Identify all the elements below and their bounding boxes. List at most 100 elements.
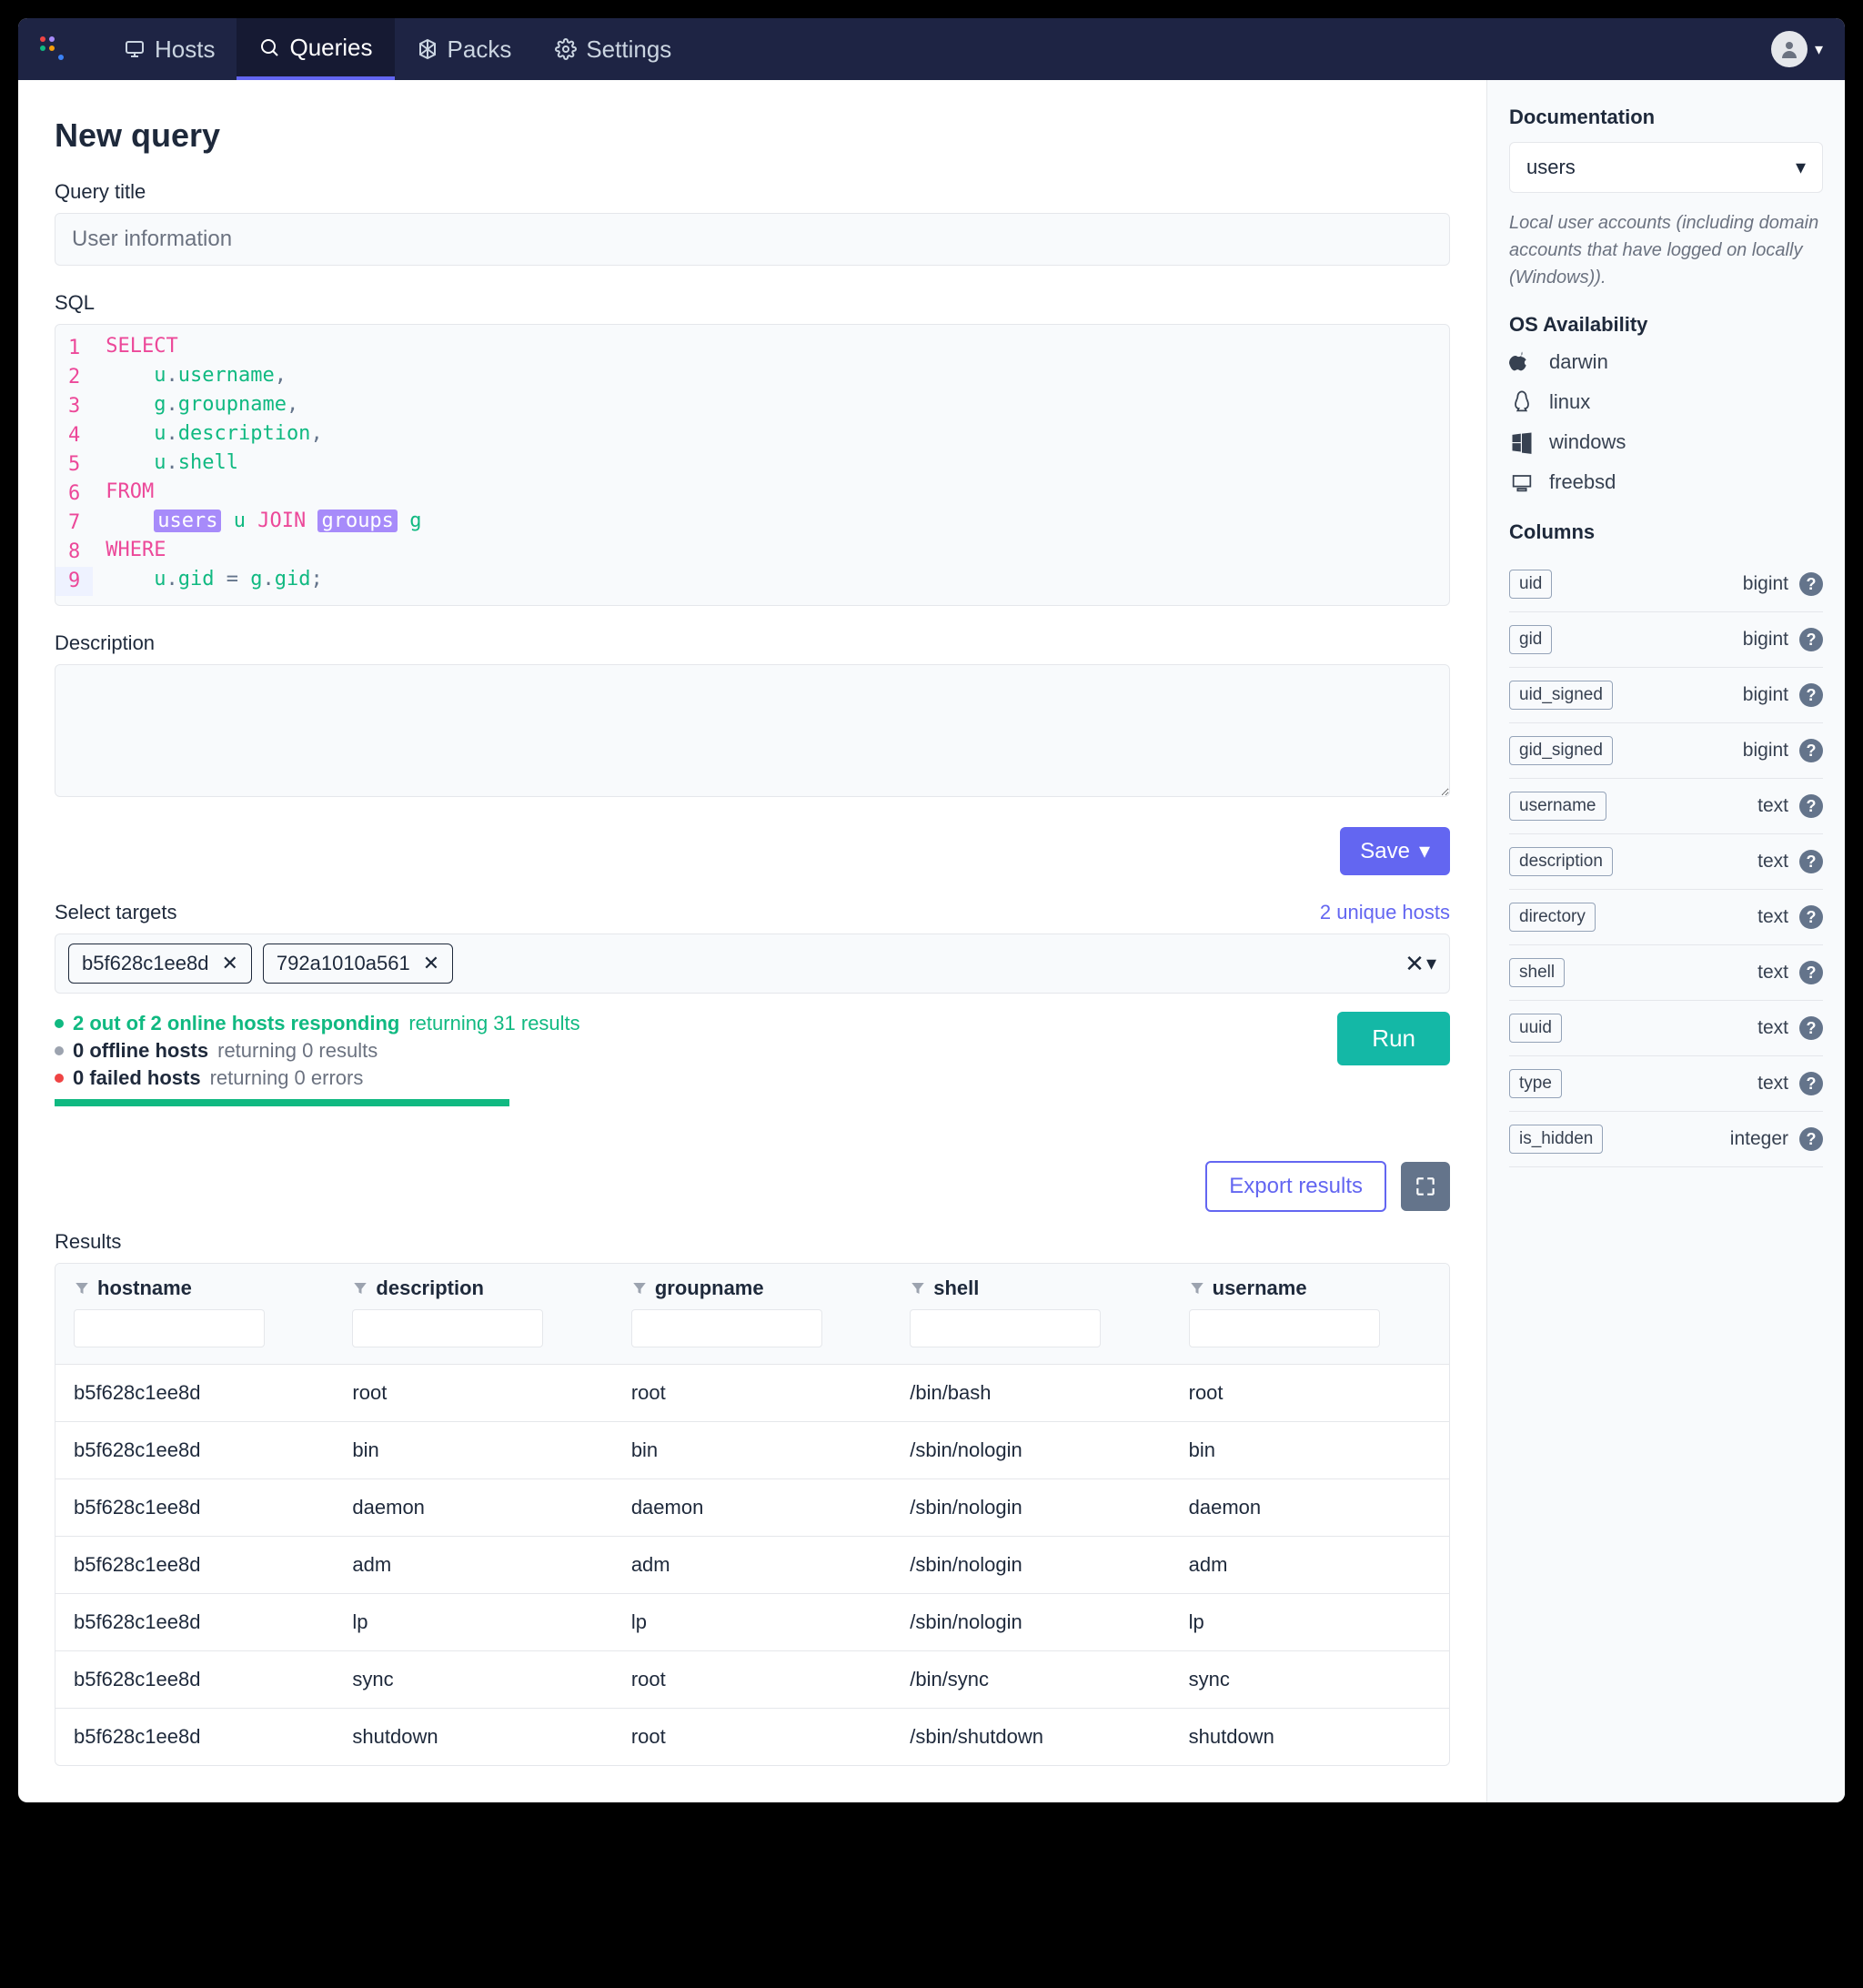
sql-label: SQL: [55, 291, 1450, 315]
nav-hosts[interactable]: Hosts: [102, 18, 237, 80]
column-header-username[interactable]: username: [1189, 1277, 1431, 1300]
schema-column-type: type text ?: [1509, 1056, 1823, 1112]
schema-column-uid_signed: uid_signed bigint ?: [1509, 668, 1823, 723]
filter-icon: [910, 1280, 926, 1297]
topbar: Hosts Queries Packs Settings ▾: [18, 18, 1845, 80]
schema-column-description: description text ?: [1509, 834, 1823, 890]
column-header-groupname[interactable]: groupname: [631, 1277, 873, 1300]
freebsd-icon: [1509, 469, 1535, 495]
help-icon[interactable]: ?: [1799, 1127, 1823, 1151]
query-title-label: Query title: [55, 180, 1450, 204]
schema-column-username: username text ?: [1509, 779, 1823, 834]
chevron-down-icon: ▾: [1419, 838, 1430, 864]
filter-icon: [1189, 1280, 1205, 1297]
results-label: Results: [55, 1230, 1450, 1254]
sql-editor[interactable]: 123456789 SELECT u.username, g.groupname…: [55, 324, 1450, 606]
help-icon[interactable]: ?: [1799, 683, 1823, 707]
schema-column-uuid: uuid text ?: [1509, 1001, 1823, 1056]
nav-queries-label: Queries: [289, 34, 372, 62]
help-icon[interactable]: ?: [1799, 905, 1823, 929]
documentation-sidebar: Documentation users ▾ Local user account…: [1486, 80, 1845, 1802]
filter-icon: [631, 1280, 648, 1297]
os-linux: linux: [1509, 389, 1823, 415]
clear-targets-icon[interactable]: ✕: [1405, 950, 1425, 978]
user-menu[interactable]: ▾: [1771, 31, 1823, 67]
windows-icon: [1509, 429, 1535, 455]
table-row[interactable]: b5f628c1ee8dlplp/sbin/nologinlp: [55, 1594, 1449, 1651]
fullscreen-icon: [1414, 1175, 1437, 1198]
save-button-label: Save: [1360, 839, 1410, 864]
help-icon[interactable]: ?: [1799, 739, 1823, 762]
help-icon[interactable]: ?: [1799, 1016, 1823, 1040]
targets-label: Select targets: [55, 901, 177, 924]
table-row[interactable]: b5f628c1ee8ddaemondaemon/sbin/nologindae…: [55, 1479, 1449, 1537]
os-availability-title: OS Availability: [1509, 313, 1823, 337]
column-filter-hostname[interactable]: [74, 1309, 265, 1347]
schema-column-gid: gid bigint ?: [1509, 612, 1823, 668]
columns-title: Columns: [1509, 520, 1823, 544]
help-icon[interactable]: ?: [1799, 1072, 1823, 1095]
os-darwin: darwin: [1509, 349, 1823, 375]
schema-column-directory: directory text ?: [1509, 890, 1823, 945]
run-button[interactable]: Run: [1337, 1012, 1450, 1065]
filter-icon: [352, 1280, 368, 1297]
export-results-button[interactable]: Export results: [1205, 1161, 1386, 1212]
page-title: New query: [55, 116, 1450, 155]
table-row[interactable]: b5f628c1ee8dbinbin/sbin/nologinbin: [55, 1422, 1449, 1479]
schema-column-shell: shell text ?: [1509, 945, 1823, 1001]
table-row[interactable]: b5f628c1ee8dadmadm/sbin/nologinadm: [55, 1537, 1449, 1594]
nav-packs[interactable]: Packs: [395, 18, 534, 80]
nav-settings[interactable]: Settings: [533, 18, 693, 80]
dropdown-value: users: [1526, 156, 1576, 179]
schema-column-is_hidden: is_hidden integer ?: [1509, 1112, 1823, 1167]
query-title-input[interactable]: [55, 213, 1450, 266]
description-input[interactable]: [55, 664, 1450, 797]
table-row[interactable]: b5f628c1ee8dshutdownroot/sbin/shutdownsh…: [55, 1709, 1449, 1765]
host-icon: [124, 38, 146, 60]
description-label: Description: [55, 631, 1450, 655]
column-filter-shell[interactable]: [910, 1309, 1101, 1347]
fullscreen-button[interactable]: [1401, 1162, 1450, 1211]
darwin-icon: [1509, 349, 1535, 375]
targets-count: 2 unique hosts: [1320, 901, 1450, 924]
remove-chip-icon[interactable]: ✕: [423, 952, 439, 975]
nav-packs-label: Packs: [448, 35, 512, 64]
linux-icon: [1509, 389, 1535, 415]
column-header-description[interactable]: description: [352, 1277, 594, 1300]
target-chip: b5f628c1ee8d✕: [68, 944, 252, 984]
help-icon[interactable]: ?: [1799, 628, 1823, 651]
doc-title: Documentation: [1509, 106, 1823, 129]
nav-hosts-label: Hosts: [155, 35, 215, 64]
column-header-hostname[interactable]: hostname: [74, 1277, 316, 1300]
logo: [40, 36, 65, 62]
table-select-dropdown[interactable]: users ▾: [1509, 142, 1823, 193]
save-button[interactable]: Save ▾: [1340, 827, 1450, 875]
table-row[interactable]: b5f628c1ee8dsyncroot/bin/syncsync: [55, 1651, 1449, 1709]
progress-bar: [55, 1099, 509, 1106]
nav-settings-label: Settings: [586, 35, 671, 64]
targets-input[interactable]: b5f628c1ee8d✕792a1010a561✕ ✕ ▾: [55, 933, 1450, 994]
os-freebsd: freebsd: [1509, 469, 1823, 495]
editor-code[interactable]: SELECT u.username, g.groupname, u.descri…: [93, 325, 1449, 605]
status-failed: 0 failed hosts returning 0 errors: [55, 1066, 580, 1090]
nav-queries[interactable]: Queries: [237, 18, 394, 80]
editor-gutter: 123456789: [55, 325, 93, 605]
column-filter-description[interactable]: [352, 1309, 543, 1347]
chevron-down-icon: ▾: [1796, 156, 1806, 179]
help-icon[interactable]: ?: [1799, 961, 1823, 984]
table-description: Local user accounts (including domain ac…: [1509, 209, 1823, 291]
chevron-down-icon[interactable]: ▾: [1426, 952, 1436, 975]
avatar: [1771, 31, 1808, 67]
filter-icon: [74, 1280, 90, 1297]
column-filter-username[interactable]: [1189, 1309, 1380, 1347]
help-icon[interactable]: ?: [1799, 572, 1823, 596]
table-row[interactable]: b5f628c1ee8drootroot/bin/bashroot: [55, 1365, 1449, 1422]
help-icon[interactable]: ?: [1799, 794, 1823, 818]
remove-chip-icon[interactable]: ✕: [221, 952, 237, 975]
help-icon[interactable]: ?: [1799, 850, 1823, 873]
status-online: 2 out of 2 online hosts responding retur…: [55, 1012, 580, 1035]
column-header-shell[interactable]: shell: [910, 1277, 1152, 1300]
os-windows: windows: [1509, 429, 1823, 455]
chevron-down-icon: ▾: [1815, 40, 1823, 59]
column-filter-groupname[interactable]: [631, 1309, 822, 1347]
